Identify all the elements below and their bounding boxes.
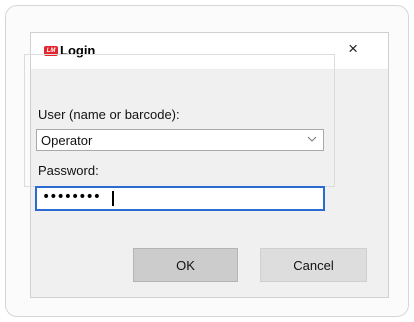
ok-button[interactable]: OK [133, 248, 238, 282]
chevron-down-icon[interactable] [307, 134, 317, 144]
password-label: Password: [38, 163, 99, 178]
password-value: •••••••• [42, 189, 101, 205]
close-icon[interactable]: × [348, 40, 358, 57]
password-field[interactable]: •••••••• [35, 186, 325, 211]
cancel-button[interactable]: Cancel [260, 248, 367, 282]
user-select[interactable]: Operator [36, 129, 324, 151]
text-caret [112, 191, 114, 206]
user-select-value: Operator [41, 133, 93, 148]
user-label: User (name or barcode): [38, 107, 180, 122]
